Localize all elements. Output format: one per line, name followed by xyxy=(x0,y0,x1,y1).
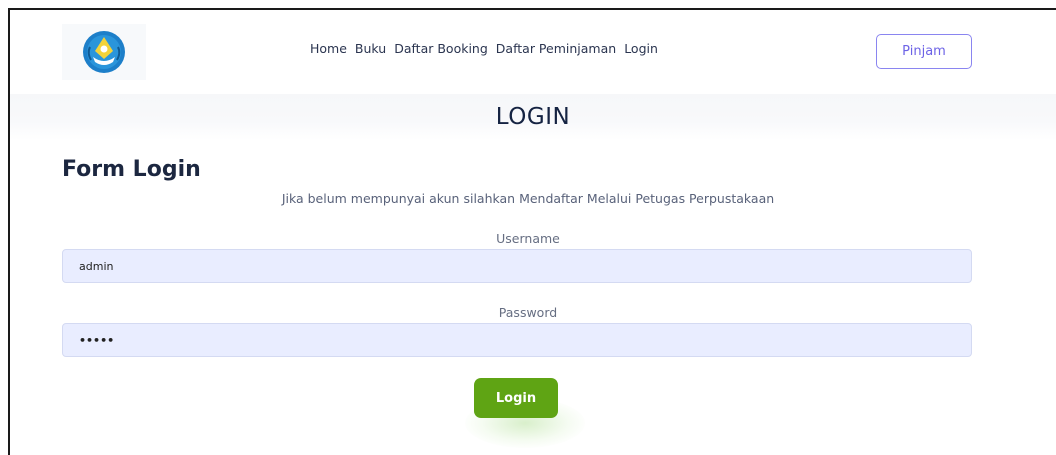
title-band: LOGIN xyxy=(10,94,1056,140)
header: Home Buku Daftar Booking Daftar Peminjam… xyxy=(10,10,1056,94)
main-nav: Home Buku Daftar Booking Daftar Peminjam… xyxy=(310,41,666,56)
nav-home-link[interactable]: Home xyxy=(310,41,347,56)
tut-wuri-handayani-logo-icon xyxy=(83,31,125,73)
nav-buku-link[interactable]: Buku xyxy=(355,41,386,56)
logo[interactable] xyxy=(62,24,146,80)
username-input[interactable]: admin xyxy=(62,249,972,283)
password-label: Password xyxy=(498,305,558,320)
page-frame: Home Buku Daftar Booking Daftar Peminjam… xyxy=(8,8,1056,455)
nav-login-link[interactable]: Login xyxy=(624,41,658,56)
pinjam-button[interactable]: Pinjam xyxy=(876,34,972,69)
form-title: Form Login xyxy=(62,157,201,182)
login-button[interactable]: Login xyxy=(474,378,558,418)
page-title: LOGIN xyxy=(495,104,571,130)
username-label: Username xyxy=(496,231,560,246)
nav-daftar-booking-link[interactable]: Daftar Booking xyxy=(394,41,488,56)
registration-hint: Jika belum mempunyai akun silahkan Menda… xyxy=(281,191,775,206)
nav-daftar-peminjaman-link[interactable]: Daftar Peminjaman xyxy=(496,41,616,56)
password-input[interactable]: ••••• xyxy=(62,323,972,357)
